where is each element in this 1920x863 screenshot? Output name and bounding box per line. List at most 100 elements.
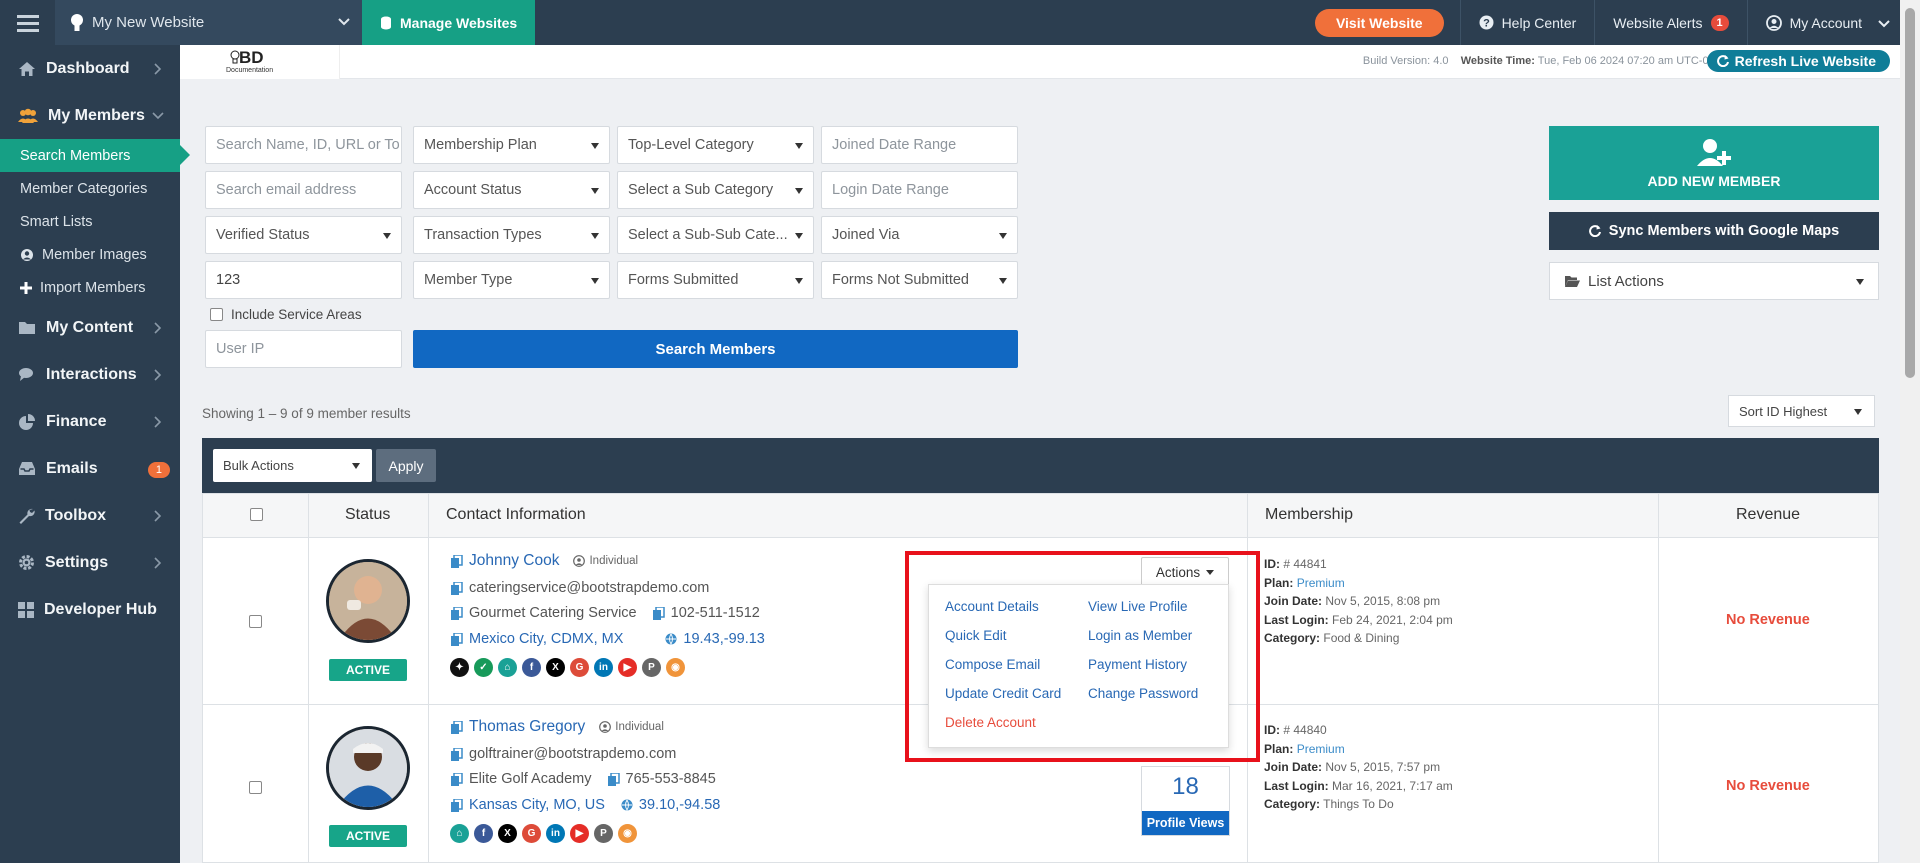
copy-icon bbox=[451, 798, 463, 812]
include-service-areas-checkbox[interactable] bbox=[210, 308, 223, 321]
refresh-live-website-button[interactable]: Refresh Live Website bbox=[1706, 50, 1890, 72]
forms-not-submitted-select[interactable]: Forms Not Submitted bbox=[821, 261, 1018, 299]
table-header: Status Contact Information Membership Re… bbox=[202, 493, 1879, 538]
member-location-link[interactable]: Kansas City, MO, US bbox=[469, 797, 605, 813]
member-name-link[interactable]: Johnny Cook bbox=[469, 552, 559, 570]
verified-status-select[interactable]: Verified Status bbox=[205, 216, 402, 254]
member-coordinates-link[interactable]: 39.10,-94.58 bbox=[639, 797, 720, 813]
rss-icon[interactable]: ◉ bbox=[618, 824, 637, 843]
users-icon bbox=[18, 108, 38, 123]
website-alerts-link[interactable]: Website Alerts 1 bbox=[1594, 0, 1746, 45]
sort-select[interactable]: Sort ID Highest bbox=[1728, 395, 1875, 427]
nav-developer-hub[interactable]: Developer Hub bbox=[0, 586, 180, 633]
member-type-label: Individual bbox=[615, 721, 664, 733]
member-company: Elite Golf Academy bbox=[469, 771, 592, 787]
sub-sub-category-select[interactable]: Select a Sub-Sub Cate... bbox=[617, 216, 814, 254]
nav-my-members[interactable]: My Members bbox=[0, 92, 180, 139]
id-label: ID: bbox=[1264, 723, 1280, 737]
nav-finance[interactable]: Finance bbox=[0, 398, 180, 445]
transaction-types-select[interactable]: Transaction Types bbox=[413, 216, 610, 254]
member-type-select[interactable]: Member Type bbox=[413, 261, 610, 299]
rss-icon[interactable]: ◉ bbox=[666, 658, 685, 677]
add-new-member-button[interactable]: ADD NEW MEMBER bbox=[1549, 126, 1879, 200]
nav-interactions[interactable]: Interactions bbox=[0, 351, 180, 398]
youtube-icon[interactable]: ▶ bbox=[618, 658, 637, 677]
row-checkbox[interactable] bbox=[249, 781, 262, 794]
sub-category-select[interactable]: Select a Sub Category bbox=[617, 171, 814, 209]
include-service-areas-label: Include Service Areas bbox=[231, 307, 362, 322]
avatar[interactable] bbox=[326, 559, 410, 643]
nav-member-images[interactable]: Member Images bbox=[0, 238, 180, 271]
bulk-actions-select[interactable]: Bulk Actions bbox=[213, 449, 372, 482]
chevron-right-icon bbox=[154, 322, 162, 334]
globe-icon bbox=[621, 799, 633, 811]
copy-icon bbox=[451, 606, 463, 620]
member-plan[interactable]: Premium bbox=[1297, 576, 1345, 590]
member-name-link[interactable]: Thomas Gregory bbox=[469, 718, 585, 736]
x-icon[interactable]: X bbox=[498, 824, 517, 843]
joined-via-select[interactable]: Joined Via bbox=[821, 216, 1018, 254]
facebook-icon[interactable]: f bbox=[474, 824, 493, 843]
nav-my-content[interactable]: My Content bbox=[0, 304, 180, 351]
linkedin-icon[interactable]: in bbox=[594, 658, 613, 677]
check-icon[interactable]: ✓ bbox=[474, 658, 493, 677]
nav-smart-lists[interactable]: Smart Lists bbox=[0, 205, 180, 238]
list-actions-select[interactable]: List Actions bbox=[1549, 262, 1879, 300]
youtube-icon[interactable]: ▶ bbox=[570, 824, 589, 843]
menu-toggle-button[interactable] bbox=[0, 0, 55, 45]
top-level-category-select[interactable]: Top-Level Category bbox=[617, 126, 814, 164]
avatar[interactable] bbox=[326, 726, 410, 810]
search-email-input[interactable]: Search email address bbox=[205, 171, 402, 209]
pinterest-icon[interactable]: P bbox=[642, 658, 661, 677]
nav-settings[interactable]: Settings bbox=[0, 539, 180, 586]
search-members-button[interactable]: Search Members bbox=[413, 330, 1018, 368]
nav-dashboard[interactable]: Dashboard bbox=[0, 45, 180, 92]
member-location-link[interactable]: Mexico City, CDMX, MX bbox=[469, 631, 623, 647]
my-account-menu[interactable]: My Account bbox=[1746, 0, 1900, 45]
user-ip-input[interactable]: User IP bbox=[205, 330, 402, 368]
google-plus-icon[interactable]: G bbox=[570, 658, 589, 677]
nav-member-categories[interactable]: Member Categories bbox=[0, 172, 180, 205]
contact-header: Contact Information bbox=[446, 506, 586, 523]
nav-emails[interactable]: Emails 1 bbox=[0, 445, 180, 492]
page-scrollbar[interactable] bbox=[1900, 0, 1920, 863]
question-circle-icon: ? bbox=[1479, 15, 1494, 30]
visit-website-button[interactable]: Visit Website bbox=[1314, 8, 1444, 37]
facebook-icon[interactable]: f bbox=[522, 658, 541, 677]
zip-input[interactable]: 123 bbox=[205, 261, 402, 299]
member-coordinates-link[interactable]: 19.43,-99.13 bbox=[683, 631, 764, 647]
sync-google-maps-button[interactable]: Sync Members with Google Maps bbox=[1549, 212, 1879, 250]
user-circle-icon bbox=[599, 721, 612, 733]
nav-sub-label: Member Categories bbox=[20, 180, 148, 197]
home-icon[interactable]: ⌂ bbox=[450, 824, 469, 843]
website-selector[interactable]: My New Website bbox=[55, 0, 362, 45]
scrollbar-thumb[interactable] bbox=[1905, 8, 1915, 378]
status-badge: ACTIVE bbox=[329, 825, 407, 847]
row-checkbox[interactable] bbox=[249, 615, 262, 628]
profile-views-button[interactable]: Profile Views bbox=[1142, 811, 1229, 835]
account-status-select[interactable]: Account Status bbox=[413, 171, 610, 209]
pin-icon[interactable]: ✦ bbox=[450, 658, 469, 677]
nav-toolbox[interactable]: Toolbox bbox=[0, 492, 180, 539]
login-date-range-input[interactable]: Login Date Range bbox=[821, 171, 1018, 209]
pinterest-icon[interactable]: P bbox=[594, 824, 613, 843]
help-center-link[interactable]: ? Help Center bbox=[1459, 0, 1595, 45]
google-plus-icon[interactable]: G bbox=[522, 824, 541, 843]
membership-plan-select[interactable]: Membership Plan bbox=[413, 126, 610, 164]
search-name-input[interactable]: Search Name, ID, URL or To bbox=[205, 126, 402, 164]
manage-websites-button[interactable]: Manage Websites bbox=[362, 0, 536, 45]
joined-date-range-input[interactable]: Joined Date Range bbox=[821, 126, 1018, 164]
email-line: cateringservice@bootstrapdemo.com bbox=[451, 580, 709, 596]
nav-import-members[interactable]: Import Members bbox=[0, 271, 180, 304]
last-login: Mar 16, 2021, 7:17 am bbox=[1332, 778, 1453, 793]
x-icon[interactable]: X bbox=[546, 658, 565, 677]
nav-search-members[interactable]: Search Members bbox=[0, 139, 190, 172]
nav-label: Finance bbox=[46, 412, 107, 430]
member-plan[interactable]: Premium bbox=[1297, 742, 1345, 756]
forms-submitted-select[interactable]: Forms Submitted bbox=[617, 261, 814, 299]
linkedin-icon[interactable]: in bbox=[546, 824, 565, 843]
select-all-checkbox[interactable] bbox=[250, 508, 263, 521]
home-icon[interactable]: ⌂ bbox=[498, 658, 517, 677]
include-service-areas[interactable]: Include Service Areas bbox=[210, 307, 362, 322]
apply-button[interactable]: Apply bbox=[376, 449, 436, 482]
